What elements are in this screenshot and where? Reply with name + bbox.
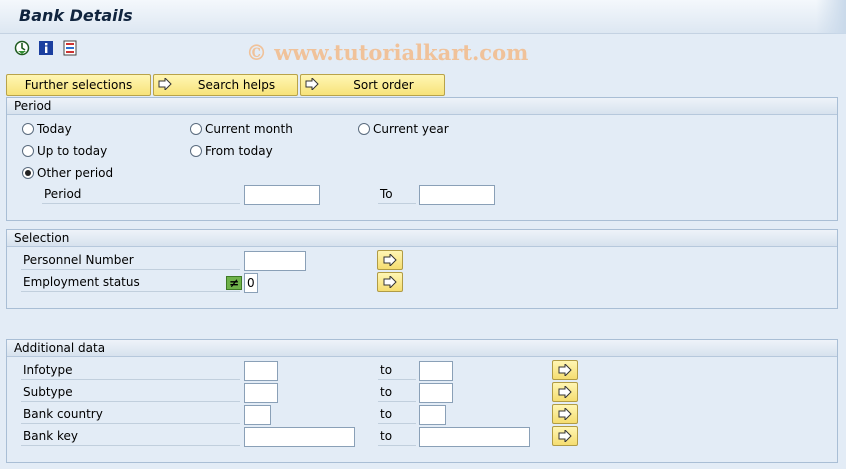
bank-country-to-input[interactable]	[419, 405, 446, 425]
period-to-input[interactable]	[419, 185, 495, 205]
period-group-header: Period	[7, 98, 837, 115]
radio-circle	[358, 123, 370, 135]
bank-key-label: Bank key	[21, 428, 240, 446]
infotype-to-input[interactable]	[419, 361, 453, 381]
bank-country-from-input[interactable]	[244, 405, 271, 425]
period-label: Period	[42, 186, 240, 204]
personnel-number-label: Personnel Number	[21, 252, 240, 270]
further-selections-label: Further selections	[24, 78, 133, 92]
arrow-right-icon	[305, 76, 319, 93]
radio-other-period-label: Other period	[37, 166, 114, 180]
subtype-from-input[interactable]	[244, 383, 278, 403]
not-equal-option-icon[interactable]: ≠	[226, 276, 242, 290]
subtype-to-label: to	[378, 384, 416, 402]
title-bar: Bank Details	[0, 0, 846, 34]
search-helps-label: Search helps	[197, 78, 276, 92]
bank-key-from-input[interactable]	[244, 427, 355, 447]
infotype-to-label: to	[378, 362, 416, 380]
bank-key-to-input[interactable]	[419, 427, 530, 447]
radio-dot	[25, 170, 31, 176]
arrow-right-icon	[558, 430, 572, 442]
bank-country-multiple-selection-button[interactable]	[552, 404, 578, 424]
radio-other-period[interactable]: Other period	[22, 166, 113, 180]
subtype-to-input[interactable]	[419, 383, 453, 403]
title-bar-edge	[816, 0, 846, 34]
radio-up-to-today-label: Up to today	[37, 144, 108, 158]
radio-from-today-label: From today	[205, 144, 273, 158]
further-selections-button[interactable]: Further selections	[6, 74, 151, 96]
info-icon[interactable]	[38, 40, 54, 56]
execute-icon[interactable]	[14, 40, 30, 56]
bank-key-multiple-selection-button[interactable]	[552, 426, 578, 446]
infotype-label: Infotype	[21, 362, 240, 380]
subtype-label: Subtype	[21, 384, 240, 402]
radio-circle	[22, 123, 34, 135]
arrow-right-icon	[383, 276, 397, 288]
additional-data-group-header: Additional data	[7, 340, 837, 357]
period-from-input[interactable]	[244, 185, 320, 205]
sort-order-label: Sort order	[353, 78, 414, 92]
personnel-number-multiple-selection-button[interactable]	[377, 250, 403, 270]
arrow-right-icon	[158, 76, 172, 93]
arrow-right-icon	[558, 364, 572, 376]
watermark: © www.tutorialkart.com	[246, 40, 529, 65]
employment-status-input[interactable]: 0	[244, 273, 258, 293]
arrow-right-icon	[558, 386, 572, 398]
radio-up-to-today[interactable]: Up to today	[22, 144, 107, 158]
radio-circle-selected	[22, 167, 34, 179]
subtype-multiple-selection-button[interactable]	[552, 382, 578, 402]
arrow-right-icon	[383, 254, 397, 266]
period-to-label: To	[378, 186, 416, 204]
infotype-from-input[interactable]	[244, 361, 278, 381]
employment-status-label: Employment status	[21, 274, 240, 292]
radio-circle	[22, 145, 34, 157]
search-helps-button[interactable]: Search helps	[153, 74, 298, 96]
selection-group-header: Selection	[7, 230, 837, 247]
bank-key-to-label: to	[378, 428, 416, 446]
radio-current-month[interactable]: Current month	[190, 122, 293, 136]
radio-today[interactable]: Today	[22, 122, 72, 136]
radio-current-year[interactable]: Current year	[358, 122, 449, 136]
bank-country-label: Bank country	[21, 406, 240, 424]
radio-from-today[interactable]: From today	[190, 144, 273, 158]
radio-today-label: Today	[37, 122, 72, 136]
bank-country-to-label: to	[378, 406, 416, 424]
infotype-multiple-selection-button[interactable]	[552, 360, 578, 380]
radio-circle	[190, 123, 202, 135]
sort-order-button[interactable]: Sort order	[300, 74, 445, 96]
arrow-right-icon	[558, 408, 572, 420]
page-title: Bank Details	[19, 6, 133, 25]
radio-current-month-label: Current month	[205, 122, 293, 136]
selection-options-icon[interactable]	[62, 40, 78, 56]
radio-circle	[190, 145, 202, 157]
radio-current-year-label: Current year	[373, 122, 449, 136]
employment-status-multiple-selection-button[interactable]	[377, 272, 403, 292]
personnel-number-input[interactable]	[244, 251, 306, 271]
